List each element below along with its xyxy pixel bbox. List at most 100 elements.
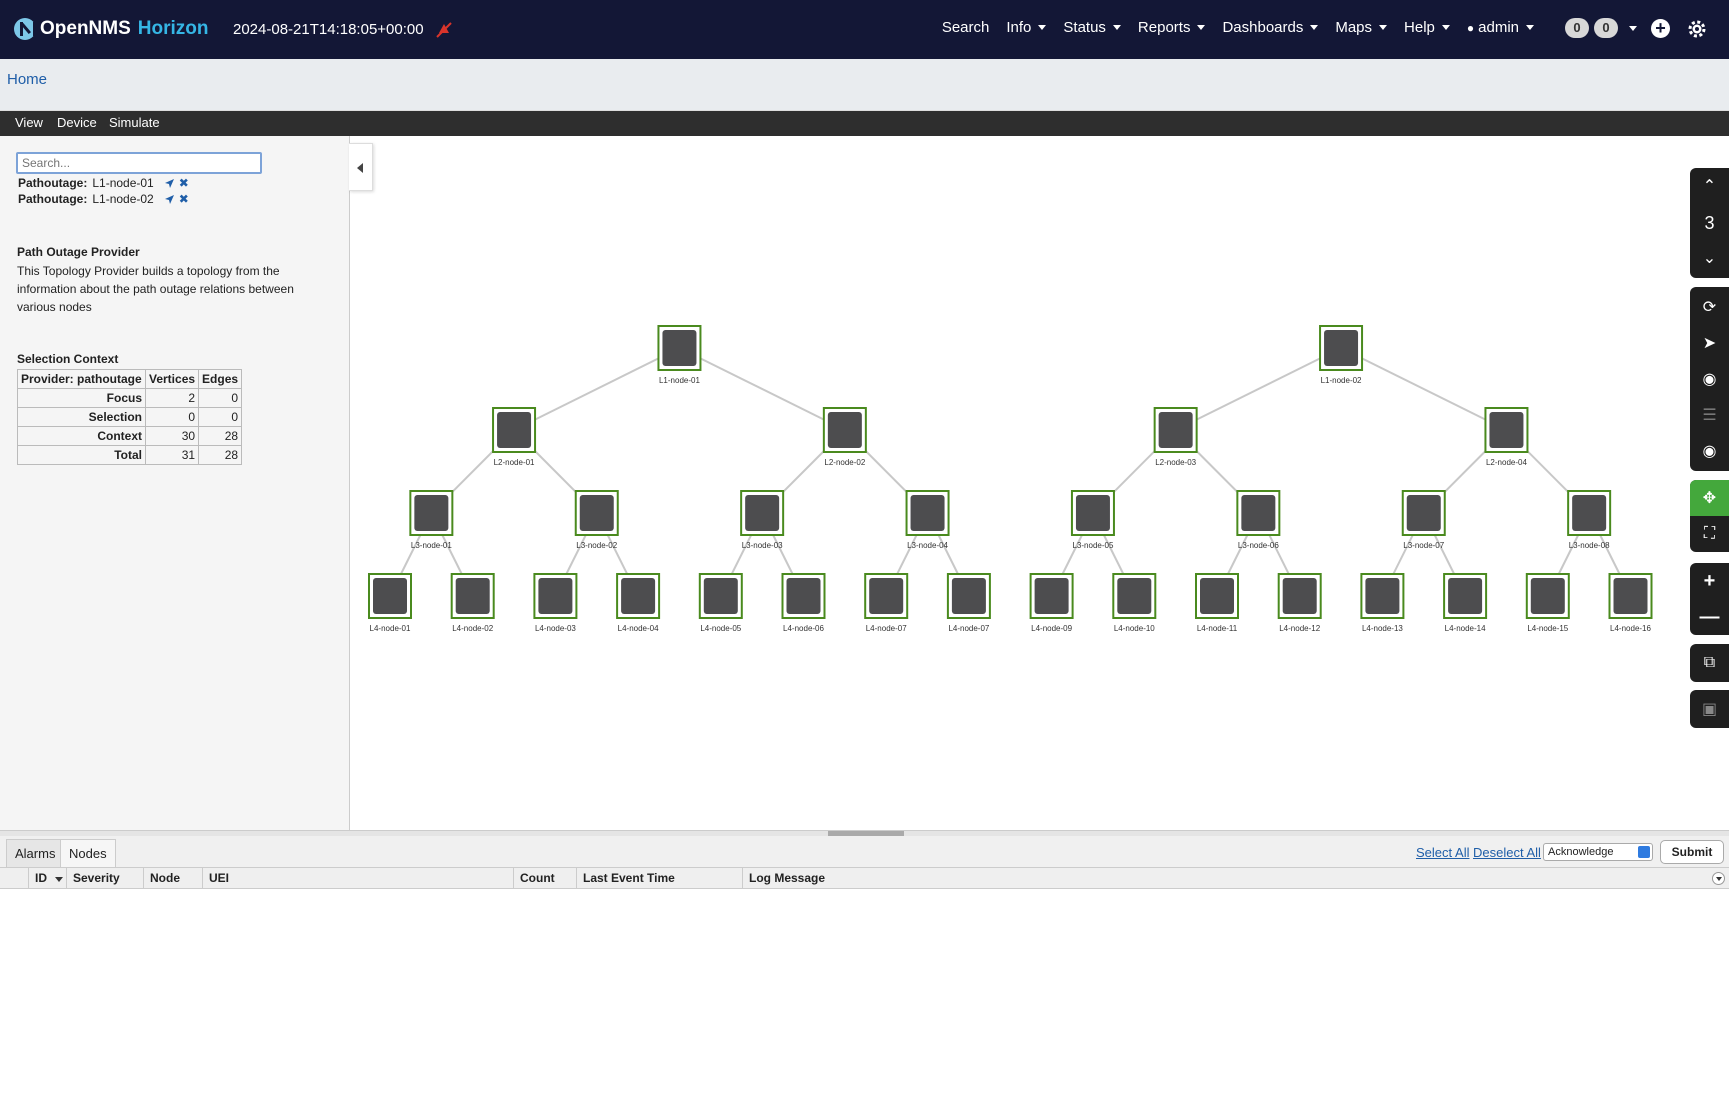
menu-device[interactable]: Device [57, 115, 97, 130]
eye-icon[interactable]: ◉ [1690, 433, 1729, 469]
server-icon [1117, 578, 1152, 614]
graph-vertex[interactable]: L4-node-02 [450, 573, 495, 633]
alarm-action-select[interactable]: Acknowledge [1543, 843, 1653, 861]
menu-reports[interactable]: Reports [1138, 19, 1206, 36]
globe-icon[interactable]: ◉ [1690, 361, 1729, 397]
graph-vertex[interactable]: L4-node-01 [368, 573, 412, 633]
deselect-all-link[interactable]: Deselect All [1473, 845, 1541, 860]
zoom-out-icon[interactable]: — [1690, 599, 1729, 635]
vertices-cell: 31 [144, 445, 200, 465]
graph-vertex[interactable]: L4-node-03 [533, 573, 578, 633]
search-input[interactable] [16, 152, 262, 174]
column-last-event-time[interactable]: Last Event Time [576, 868, 742, 889]
graph-vertex[interactable]: L4-node-09 [1029, 573, 1074, 633]
graph-vertex[interactable]: L1-node-01 [657, 325, 702, 385]
list-icon[interactable]: ☰ [1690, 397, 1729, 433]
vertex-label: L4-node-05 [700, 624, 741, 633]
graph-edge [513, 347, 680, 431]
graph-vertex[interactable]: L3-node-04 [905, 490, 950, 550]
column-count[interactable]: Count [513, 868, 576, 889]
submit-button[interactable]: Submit [1660, 840, 1724, 864]
center-on-node-icon[interactable] [164, 178, 175, 189]
menu-help[interactable]: Help [1404, 19, 1450, 36]
column-menu-icon[interactable] [1712, 872, 1725, 885]
menu-view[interactable]: View [15, 115, 43, 130]
graph-vertex[interactable]: L3-node-05 [1070, 490, 1115, 550]
gears-icon[interactable] [1686, 18, 1708, 40]
graph-vertex[interactable]: L4-node-07 [946, 573, 991, 633]
topology-menubar: View Device Simulate [0, 111, 1729, 136]
menu-user[interactable]: ● admin [1467, 19, 1534, 36]
breadcrumb-home[interactable]: Home [7, 71, 47, 88]
graph-vertex[interactable]: L1-node-02 [1319, 325, 1364, 385]
notification-count-badge[interactable]: 0 [1565, 18, 1589, 38]
graph-vertex[interactable]: L4-node-14 [1443, 573, 1488, 633]
center-on-node-icon[interactable] [164, 194, 175, 205]
notification-badges[interactable]: 0 0 [1565, 18, 1637, 38]
notifications-off-icon[interactable] [435, 21, 453, 39]
share-icon[interactable]: ⧉ [1690, 645, 1729, 681]
menu-dashboards[interactable]: Dashboards [1222, 19, 1319, 36]
column-id[interactable]: ID [28, 868, 66, 889]
vertex-label: L4-node-15 [1527, 624, 1568, 633]
server-icon [1572, 495, 1607, 531]
graph-vertex[interactable]: L4-node-15 [1525, 573, 1570, 633]
graph-vertex[interactable]: L2-node-04 [1484, 407, 1529, 467]
graph-vertex[interactable]: L3-node-02 [574, 490, 619, 550]
vertex-label: L3-node-05 [1072, 541, 1113, 550]
column-log-message[interactable]: Log Message [742, 868, 1702, 889]
menu-simulate[interactable]: Simulate [109, 115, 160, 130]
graph-vertex[interactable]: L3-node-03 [740, 490, 785, 550]
remove-focus-icon[interactable]: ✖ [179, 192, 189, 206]
vertex-label: L4-node-10 [1114, 624, 1155, 633]
graph-vertex[interactable]: L4-node-07 [864, 573, 909, 633]
topology-graph-canvas[interactable]: L1-node-01 L1-node-02 L2-node-01 L2-node-02… [351, 136, 1729, 830]
chevron-up-icon[interactable]: ⌃ [1690, 168, 1729, 204]
vertex-label: L3-node-02 [576, 541, 617, 550]
location-arrow-icon[interactable]: ➤ [1690, 325, 1729, 361]
notification-count-badge[interactable]: 0 [1594, 18, 1618, 38]
chevron-down-icon[interactable]: ⌄ [1690, 240, 1729, 276]
graph-vertex[interactable]: L3-node-07 [1401, 490, 1446, 550]
graph-vertex[interactable]: L4-node-12 [1277, 573, 1322, 633]
menu-status[interactable]: Status [1063, 19, 1121, 36]
menu-info[interactable]: Info [1006, 19, 1047, 36]
graph-vertex[interactable]: L3-node-08 [1567, 490, 1612, 550]
server-icon [1158, 412, 1193, 448]
tab-nodes[interactable]: Nodes [60, 839, 116, 867]
pathoutage-label: Pathoutage: [18, 192, 88, 206]
graph-vertex[interactable]: L4-node-05 [698, 573, 743, 633]
graph-vertex[interactable]: L2-node-01 [492, 407, 537, 467]
add-icon[interactable]: + [1651, 19, 1670, 38]
graph-vertex[interactable]: L4-node-10 [1112, 573, 1157, 633]
graph-vertex[interactable]: L4-node-16 [1608, 573, 1653, 633]
graph-vertex[interactable]: L2-node-03 [1153, 407, 1198, 467]
pan-move-icon[interactable]: ✥ [1690, 480, 1729, 516]
menu-maps[interactable]: Maps [1335, 19, 1388, 36]
column-header: Edges [198, 369, 243, 389]
select-all-link[interactable]: Select All [1416, 845, 1469, 860]
save-icon[interactable]: ▣ [1690, 691, 1729, 727]
graph-vertex[interactable]: L3-node-06 [1236, 490, 1281, 550]
zoom-in-icon[interactable]: + [1690, 563, 1729, 599]
graph-vertex[interactable]: L4-node-13 [1360, 573, 1405, 633]
graph-vertex[interactable]: L3-node-01 [409, 490, 454, 550]
tab-alarms[interactable]: Alarms [6, 839, 65, 867]
column-uei[interactable]: UEI [202, 868, 513, 889]
column-severity[interactable]: Severity [66, 868, 143, 889]
vertex-label: L2-node-04 [1486, 458, 1527, 467]
fit-to-screen-icon[interactable]: ⛶ [1690, 516, 1729, 552]
remove-focus-icon[interactable]: ✖ [179, 176, 189, 190]
column-node[interactable]: Node [143, 868, 202, 889]
vertex-label: L4-node-09 [1031, 624, 1072, 633]
server-icon [497, 412, 532, 448]
graph-vertex[interactable]: L4-node-04 [616, 573, 661, 633]
menu-search[interactable]: Search [942, 19, 990, 36]
main-menu: Search Info Status Reports Dashboards Ma… [925, 19, 1534, 36]
brand-logo[interactable]: OpenNMS Horizon [14, 16, 209, 42]
bottom-panel: Alarms Nodes Select All Deselect All Ack… [0, 836, 1729, 1106]
graph-vertex[interactable]: L4-node-06 [781, 573, 826, 633]
graph-vertex[interactable]: L4-node-11 [1195, 573, 1239, 633]
graph-vertex[interactable]: L2-node-02 [822, 407, 867, 467]
refresh-icon[interactable]: ⟳ [1690, 289, 1729, 325]
